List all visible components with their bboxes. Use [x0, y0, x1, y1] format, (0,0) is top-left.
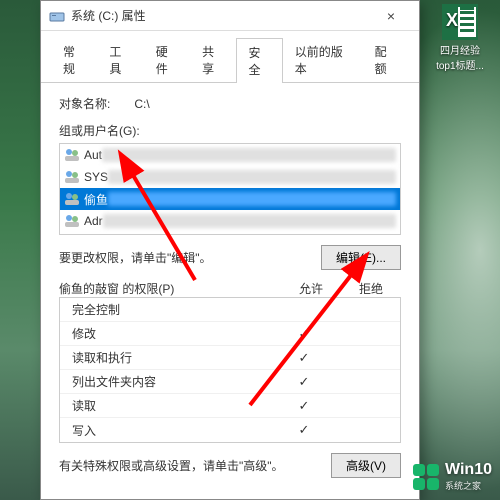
user-list[interactable]: Aut SYS 偷鱼 Adr [59, 143, 401, 235]
permission-allow: ✓ [274, 374, 334, 390]
col-deny: 拒绝 [341, 280, 401, 297]
watermark-brand: Win10 [445, 461, 492, 479]
permission-row: 完全控制 [60, 298, 400, 322]
permission-row: 修改✓ [60, 322, 400, 346]
security-panel: 对象名称: C:\ 组或用户名(G): Aut SYS 偷鱼 Adr 要更改权限，请单… [41, 83, 419, 490]
object-name-value: C:\ [114, 97, 401, 111]
edit-hint: 要更改权限，请单击"编辑"。 [59, 249, 212, 266]
permission-name: 列出文件夹内容 [66, 373, 274, 390]
permission-allow: ✓ [274, 398, 334, 414]
permission-row: 列出文件夹内容✓ [60, 370, 400, 394]
watermark: Win10 系统之家 [413, 461, 492, 492]
advanced-button[interactable]: 高级(V) [331, 453, 401, 478]
watermark-logo-icon [413, 464, 439, 490]
permission-name: 读取和执行 [66, 349, 274, 366]
user-prefix: Aut [84, 148, 102, 162]
permission-allow: ✓ [274, 326, 334, 342]
edit-button[interactable]: 编辑(E)... [321, 245, 401, 270]
desktop-file-label-1: 四月经验 [430, 42, 490, 57]
drive-icon [49, 8, 65, 24]
tab-0[interactable]: 常规 [51, 37, 97, 82]
tab-1[interactable]: 工具 [97, 37, 143, 82]
user-prefix: 偷鱼 [84, 191, 108, 208]
user-name-blurred [103, 214, 396, 228]
user-row[interactable]: SYS [60, 166, 400, 188]
user-row[interactable]: Adr [60, 210, 400, 232]
desktop-file-label-2: top1标题... [430, 57, 490, 72]
object-name-label: 对象名称: [59, 95, 110, 112]
user-name-blurred [108, 192, 396, 206]
permission-name: 读取 [66, 397, 274, 414]
close-button[interactable]: × [371, 3, 411, 29]
excel-icon [442, 4, 478, 40]
properties-dialog: 系统 (C:) 属性 × 常规工具硬件共享安全以前的版本配额 对象名称: C:\… [40, 0, 420, 500]
titlebar: 系统 (C:) 属性 × [41, 1, 419, 31]
user-group-icon [64, 169, 80, 185]
col-allow: 允许 [281, 280, 341, 297]
permission-name: 完全控制 [66, 301, 274, 318]
tab-6[interactable]: 配额 [363, 37, 409, 82]
permission-name: 修改 [66, 325, 274, 342]
tab-strip: 常规工具硬件共享安全以前的版本配额 [41, 31, 419, 83]
permission-allow: ✓ [274, 350, 334, 366]
window-title: 系统 (C:) 属性 [71, 7, 371, 24]
user-group-icon [64, 147, 80, 163]
user-name-blurred [102, 148, 396, 162]
permission-name: 写入 [66, 422, 274, 439]
user-prefix: Adr [84, 214, 103, 228]
permission-row: 读取✓ [60, 394, 400, 418]
user-group-icon [64, 213, 80, 229]
permission-row: 读取和执行✓ [60, 346, 400, 370]
watermark-site: 系统之家 [445, 479, 492, 492]
tab-4[interactable]: 安全 [236, 38, 282, 83]
permission-row: 写入✓ [60, 418, 400, 442]
user-prefix: SYS [84, 170, 108, 184]
advanced-hint: 有关特殊权限或高级设置，请单击"高级"。 [59, 457, 284, 474]
tab-3[interactable]: 共享 [190, 37, 236, 82]
desktop-file-excel[interactable]: 四月经验 top1标题... [430, 4, 490, 72]
permissions-title: 偷鱼的敲窗 的权限(P) [59, 280, 281, 297]
user-name-blurred [108, 170, 396, 184]
permissions-list: 完全控制修改✓读取和执行✓列出文件夹内容✓读取✓写入✓ [59, 297, 401, 443]
user-row[interactable]: 偷鱼 [60, 188, 400, 210]
groups-label: 组或用户名(G): [59, 122, 401, 139]
user-group-icon [64, 191, 80, 207]
user-row[interactable]: Aut [60, 144, 400, 166]
close-icon: × [387, 8, 395, 24]
tab-5[interactable]: 以前的版本 [283, 37, 363, 82]
permission-allow: ✓ [274, 422, 334, 438]
tab-2[interactable]: 硬件 [144, 37, 190, 82]
